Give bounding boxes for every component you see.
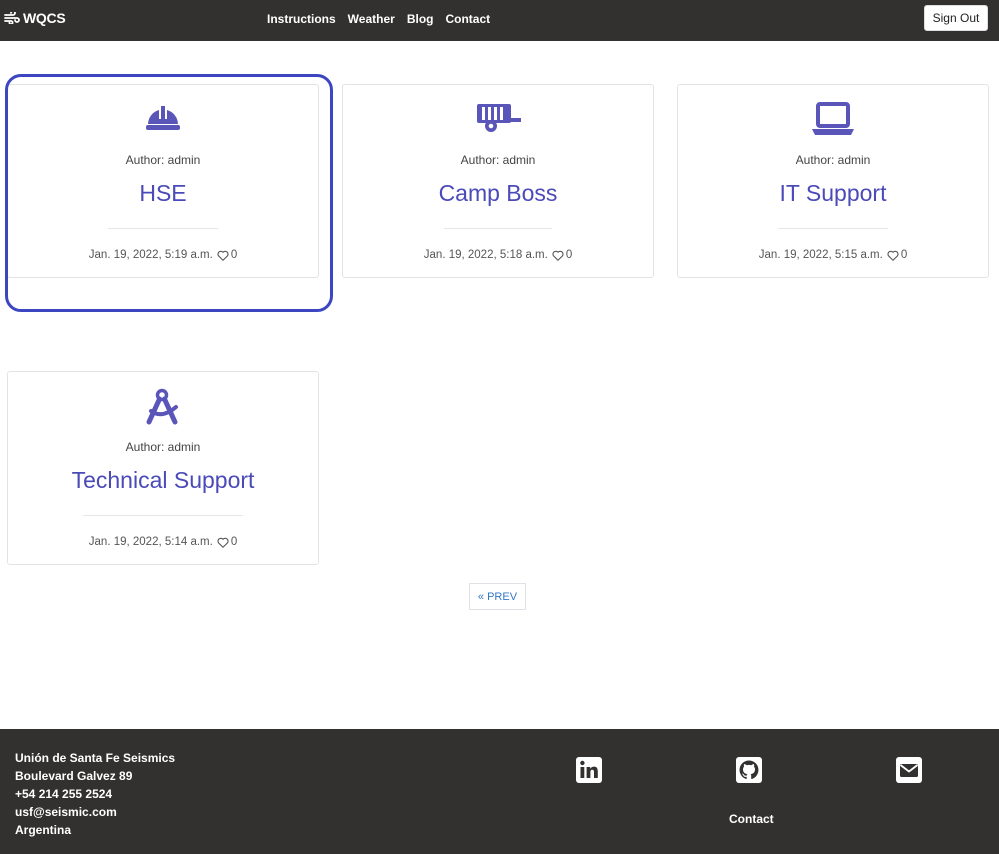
post-author: Author: admin bbox=[125, 153, 201, 167]
brand-link[interactable]: WQCS bbox=[4, 10, 66, 26]
divider bbox=[108, 228, 218, 229]
nav-blog[interactable]: Blog bbox=[407, 12, 434, 26]
post-author: Author: admin bbox=[460, 153, 536, 167]
footer: Unión de Santa Fe Seismics Boulevard Gal… bbox=[0, 729, 999, 854]
like-count: 0 bbox=[230, 536, 238, 548]
post-card[interactable]: Author: admin IT Support Jan. 19, 2022, … bbox=[677, 84, 989, 278]
linkedin-icon[interactable] bbox=[576, 757, 602, 783]
heart-icon[interactable] bbox=[887, 250, 899, 261]
post-card[interactable]: Author: admin Technical Support Jan. 19,… bbox=[7, 371, 319, 565]
post-meta: Jan. 19, 2022, 5:18 a.m. 0 bbox=[343, 249, 653, 261]
post-card[interactable]: Author: admin Camp Boss Jan. 19, 2022, 5… bbox=[342, 84, 654, 278]
post-date: Jan. 19, 2022, 5:18 a.m. bbox=[423, 249, 548, 261]
post-author: Author: admin bbox=[125, 440, 201, 454]
post-meta: Jan. 19, 2022, 5:19 a.m. 0 bbox=[8, 249, 318, 261]
like-count: 0 bbox=[900, 249, 908, 261]
prev-page-button[interactable]: « PREV bbox=[469, 583, 526, 610]
street-address: Boulevard Galvez 89 bbox=[15, 769, 133, 783]
company-name: Unión de Santa Fe Seismics bbox=[15, 751, 176, 765]
post-author: Author: admin bbox=[795, 153, 871, 167]
post-meta: Jan. 19, 2022, 5:14 a.m. 0 bbox=[8, 536, 318, 548]
like-count: 0 bbox=[230, 249, 238, 261]
post-title[interactable]: HSE bbox=[8, 180, 318, 207]
post-title[interactable]: IT Support bbox=[678, 180, 988, 207]
post-card[interactable]: Author: admin HSE Jan. 19, 2022, 5:19 a.… bbox=[7, 84, 319, 278]
email-address: usf@seismic.com bbox=[15, 805, 117, 819]
hard-hat-icon bbox=[8, 101, 318, 137]
heart-icon[interactable] bbox=[217, 537, 229, 548]
country: Argentina bbox=[15, 823, 72, 837]
wind-icon bbox=[4, 12, 20, 24]
envelope-icon[interactable] bbox=[896, 757, 922, 783]
navbar: WQCS Instructions Weather Blog Contact S… bbox=[0, 0, 999, 41]
post-title[interactable]: Camp Boss bbox=[343, 180, 653, 207]
post-date: Jan. 19, 2022, 5:19 a.m. bbox=[88, 249, 213, 261]
compass-drafting-icon bbox=[8, 388, 318, 425]
nav-instructions[interactable]: Instructions bbox=[267, 12, 336, 26]
divider bbox=[83, 515, 243, 516]
nav-links: Instructions Weather Blog Contact bbox=[267, 12, 502, 26]
divider bbox=[444, 228, 552, 229]
footer-contact-link[interactable]: Contact bbox=[729, 812, 774, 826]
phone-number: +54 214 255 2524 bbox=[15, 787, 113, 801]
heart-icon[interactable] bbox=[217, 250, 229, 261]
sign-out-button[interactable]: Sign Out bbox=[924, 5, 988, 31]
github-icon[interactable] bbox=[736, 757, 762, 783]
footer-address: Unión de Santa Fe Seismics Boulevard Gal… bbox=[15, 749, 175, 839]
brand-name: WQCS bbox=[23, 10, 66, 26]
post-date: Jan. 19, 2022, 5:15 a.m. bbox=[758, 249, 883, 261]
post-date: Jan. 19, 2022, 5:14 a.m. bbox=[88, 536, 213, 548]
divider bbox=[778, 228, 888, 229]
like-count: 0 bbox=[565, 249, 573, 261]
heart-icon[interactable] bbox=[552, 250, 564, 261]
laptop-icon bbox=[678, 101, 988, 137]
nav-contact[interactable]: Contact bbox=[445, 12, 490, 26]
trailer-icon bbox=[343, 101, 653, 137]
post-meta: Jan. 19, 2022, 5:15 a.m. 0 bbox=[678, 249, 988, 261]
nav-weather[interactable]: Weather bbox=[348, 12, 395, 26]
post-title[interactable]: Technical Support bbox=[8, 467, 318, 494]
